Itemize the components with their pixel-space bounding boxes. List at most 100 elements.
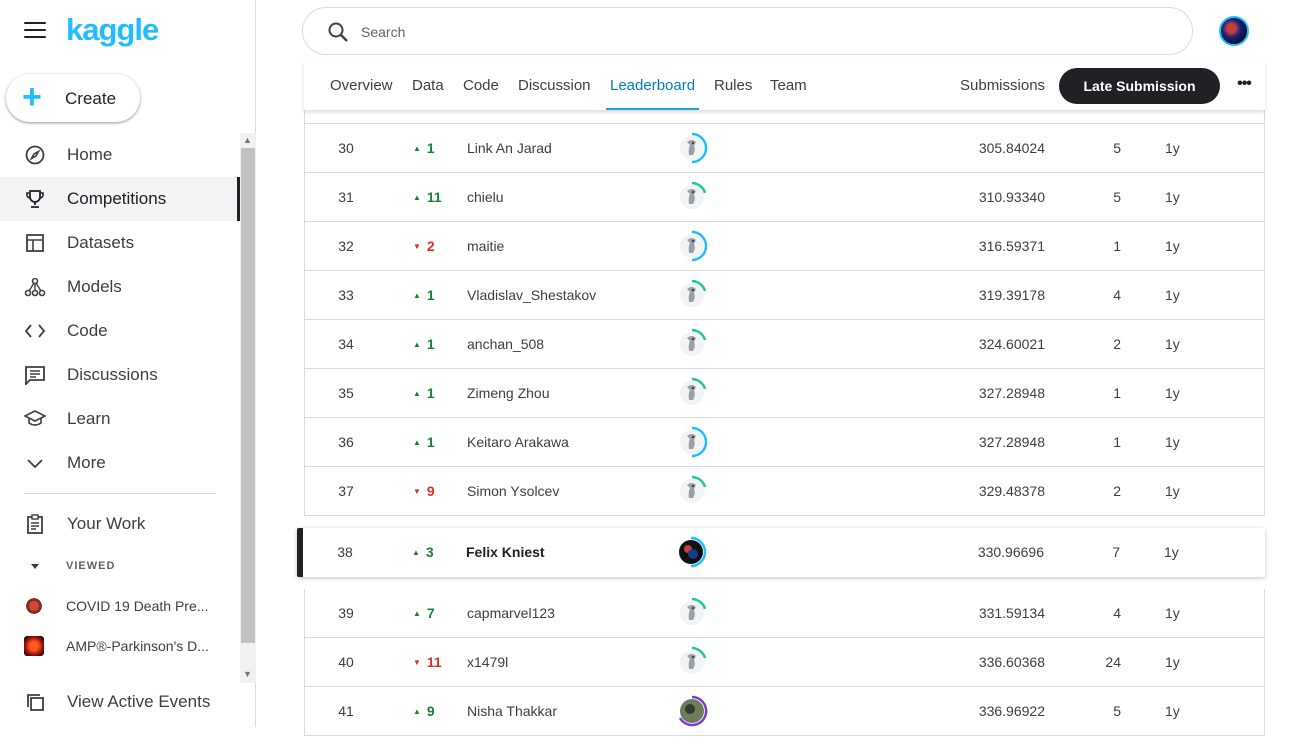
late-submission-button[interactable]: Late Submission [1059, 68, 1220, 104]
team-name[interactable]: Nisha Thakkar [467, 687, 667, 735]
table-row[interactable]: 41 ▲ 9 Nisha Thakkar 336.96922 5 1y [304, 687, 1265, 736]
tab-discussion[interactable]: Discussion [518, 62, 591, 110]
avatar-image [680, 426, 708, 458]
team-name[interactable]: Vladislav_Shestakov [467, 271, 667, 319]
table-row[interactable]: 30 ▲ 1 Link An Jarad 305.84024 5 1y [304, 124, 1265, 173]
sidebar-item-discussions[interactable]: Discussions [0, 353, 240, 397]
rank-cell: 34 [338, 336, 354, 352]
team-name[interactable]: chielu [467, 173, 667, 221]
sidebar-item-code[interactable]: Code [0, 309, 240, 353]
tab-leaderboard[interactable]: Leaderboard [605, 62, 700, 110]
table-row[interactable]: 40 ▼ 11 x1479l 336.60368 24 1y [304, 638, 1265, 687]
table-row[interactable]: 37 ▼ 9 Simon Ysolcev 329.48378 2 1y [304, 467, 1265, 516]
avatar[interactable] [676, 597, 708, 629]
rank-change-value: 11 [426, 654, 442, 670]
score-cell: 336.96922 [978, 703, 1045, 719]
logo-row: kaggle [0, 0, 256, 64]
school-icon [24, 408, 46, 430]
view-active-events-button[interactable]: View Active Events [0, 680, 256, 724]
entries-cell: 4 [1113, 287, 1121, 303]
search-input[interactable] [361, 20, 1161, 44]
team-name[interactable]: Link An Jarad [467, 124, 667, 172]
last-submission-cell: 1y [1165, 238, 1180, 254]
arrow-up-icon: ▲ [413, 144, 421, 153]
table-row[interactable]: 31 ▲ 11 chielu 310.93340 5 1y [304, 173, 1265, 222]
team-name[interactable]: Keitaro Arakawa [467, 418, 667, 466]
sidebar-item-your-work[interactable]: Your Work [0, 502, 240, 546]
team-name[interactable]: capmarvel123 [467, 589, 667, 637]
table-icon [24, 232, 46, 254]
arrow-up-icon: ▲ [413, 609, 421, 618]
avatar[interactable] [676, 328, 708, 360]
table-row[interactable]: 34 ▲ 1 anchan_508 324.60021 2 1y [304, 320, 1265, 369]
search-box[interactable] [302, 7, 1193, 55]
table-row[interactable]: 33 ▲ 1 Vladislav_Shestakov 319.39178 4 1y [304, 271, 1265, 320]
team-name[interactable]: anchan_508 [467, 320, 667, 368]
sidebar-item-home[interactable]: Home [0, 133, 240, 177]
avatar[interactable] [676, 181, 708, 213]
brain-thumbnail-icon [24, 636, 44, 656]
avatar[interactable] [675, 536, 707, 568]
arrow-down-icon: ▼ [413, 242, 421, 251]
tab-data[interactable]: Data [412, 62, 444, 110]
avatar[interactable] [676, 695, 708, 727]
sidebar-scrollbar[interactable]: ▲ ▼ [240, 133, 256, 683]
avatar[interactable] [676, 230, 708, 262]
kaggle-logo[interactable]: kaggle [66, 12, 159, 48]
tab-team[interactable]: Team [770, 62, 807, 110]
tab-code[interactable]: Code [463, 62, 499, 110]
avatar-image [680, 475, 707, 503]
avatar[interactable] [676, 279, 708, 311]
team-name[interactable]: maitie [467, 222, 667, 270]
sidebar-item-datasets[interactable]: Datasets [0, 221, 240, 265]
rank-cell: 40 [338, 654, 354, 670]
avatar[interactable] [676, 426, 708, 458]
scroll-up-icon[interactable]: ▲ [243, 135, 252, 145]
team-name[interactable]: Felix Kniest [466, 528, 666, 576]
score-cell: 316.59371 [978, 238, 1045, 254]
rank-change: ▼ 2 [413, 222, 453, 270]
current-user-row[interactable]: 38 ▲ 3 Felix Kniest 330.96696 7 1y [297, 528, 1265, 577]
last-submission-cell: 1y [1165, 703, 1180, 719]
trophy-icon [24, 188, 46, 210]
user-avatar[interactable] [1219, 16, 1249, 46]
more-options-icon[interactable]: ••• [1232, 74, 1256, 98]
sidebar-item-models[interactable]: Models [0, 265, 240, 309]
sidebar-item-learn[interactable]: Learn [0, 397, 240, 441]
sidebar-nav: Home Competitions Datasets Models Code D… [0, 133, 240, 683]
tab-overview[interactable]: Overview [330, 62, 393, 110]
sidebar-item-competitions[interactable]: Competitions [0, 177, 240, 221]
rank-change-value: 9 [426, 483, 435, 499]
recent-item-covid[interactable]: COVID 19 Death Pre... [0, 586, 240, 626]
team-name[interactable]: Simon Ysolcev [467, 467, 667, 515]
team-name[interactable]: x1479l [467, 638, 667, 686]
create-label: Create [65, 89, 117, 108]
rank-change: ▲ 1 [413, 320, 453, 368]
sidebar-item-label: Code [67, 321, 108, 340]
scroll-down-icon[interactable]: ▼ [243, 669, 252, 679]
tab-rules[interactable]: Rules [714, 62, 752, 110]
scroll-thumb[interactable] [241, 148, 255, 643]
sidebar-item-more[interactable]: More [0, 441, 240, 485]
viewed-section-toggle[interactable]: VIEWED [0, 546, 240, 586]
avatar[interactable] [676, 377, 708, 409]
avatar-image [680, 377, 707, 405]
arrow-down-icon: ▼ [413, 487, 421, 496]
score-cell: 327.28948 [978, 434, 1045, 450]
tab-submissions[interactable]: Submissions [960, 62, 1045, 110]
team-name[interactable]: Zimeng Zhou [467, 369, 667, 417]
avatar[interactable] [676, 132, 708, 164]
recent-item-parkinsons[interactable]: AMP®-Parkinson's D... [0, 626, 240, 666]
discussion-icon [24, 364, 46, 386]
avatar[interactable] [676, 646, 708, 678]
table-row[interactable]: 32 ▼ 2 maitie 316.59371 1 1y [304, 222, 1265, 271]
clipboard-icon [24, 513, 46, 535]
create-button[interactable]: + Create [6, 74, 140, 122]
sidebar-item-label: More [67, 453, 106, 472]
table-row[interactable]: 36 ▲ 1 Keitaro Arakawa 327.28948 1 1y [304, 418, 1265, 467]
table-row[interactable]: 39 ▲ 7 capmarvel123 331.59134 4 1y [304, 589, 1265, 638]
table-row[interactable]: 35 ▲ 1 Zimeng Zhou 327.28948 1 1y [304, 369, 1265, 418]
menu-icon[interactable] [24, 22, 46, 40]
arrow-up-icon: ▲ [413, 193, 421, 202]
avatar[interactable] [676, 475, 708, 507]
